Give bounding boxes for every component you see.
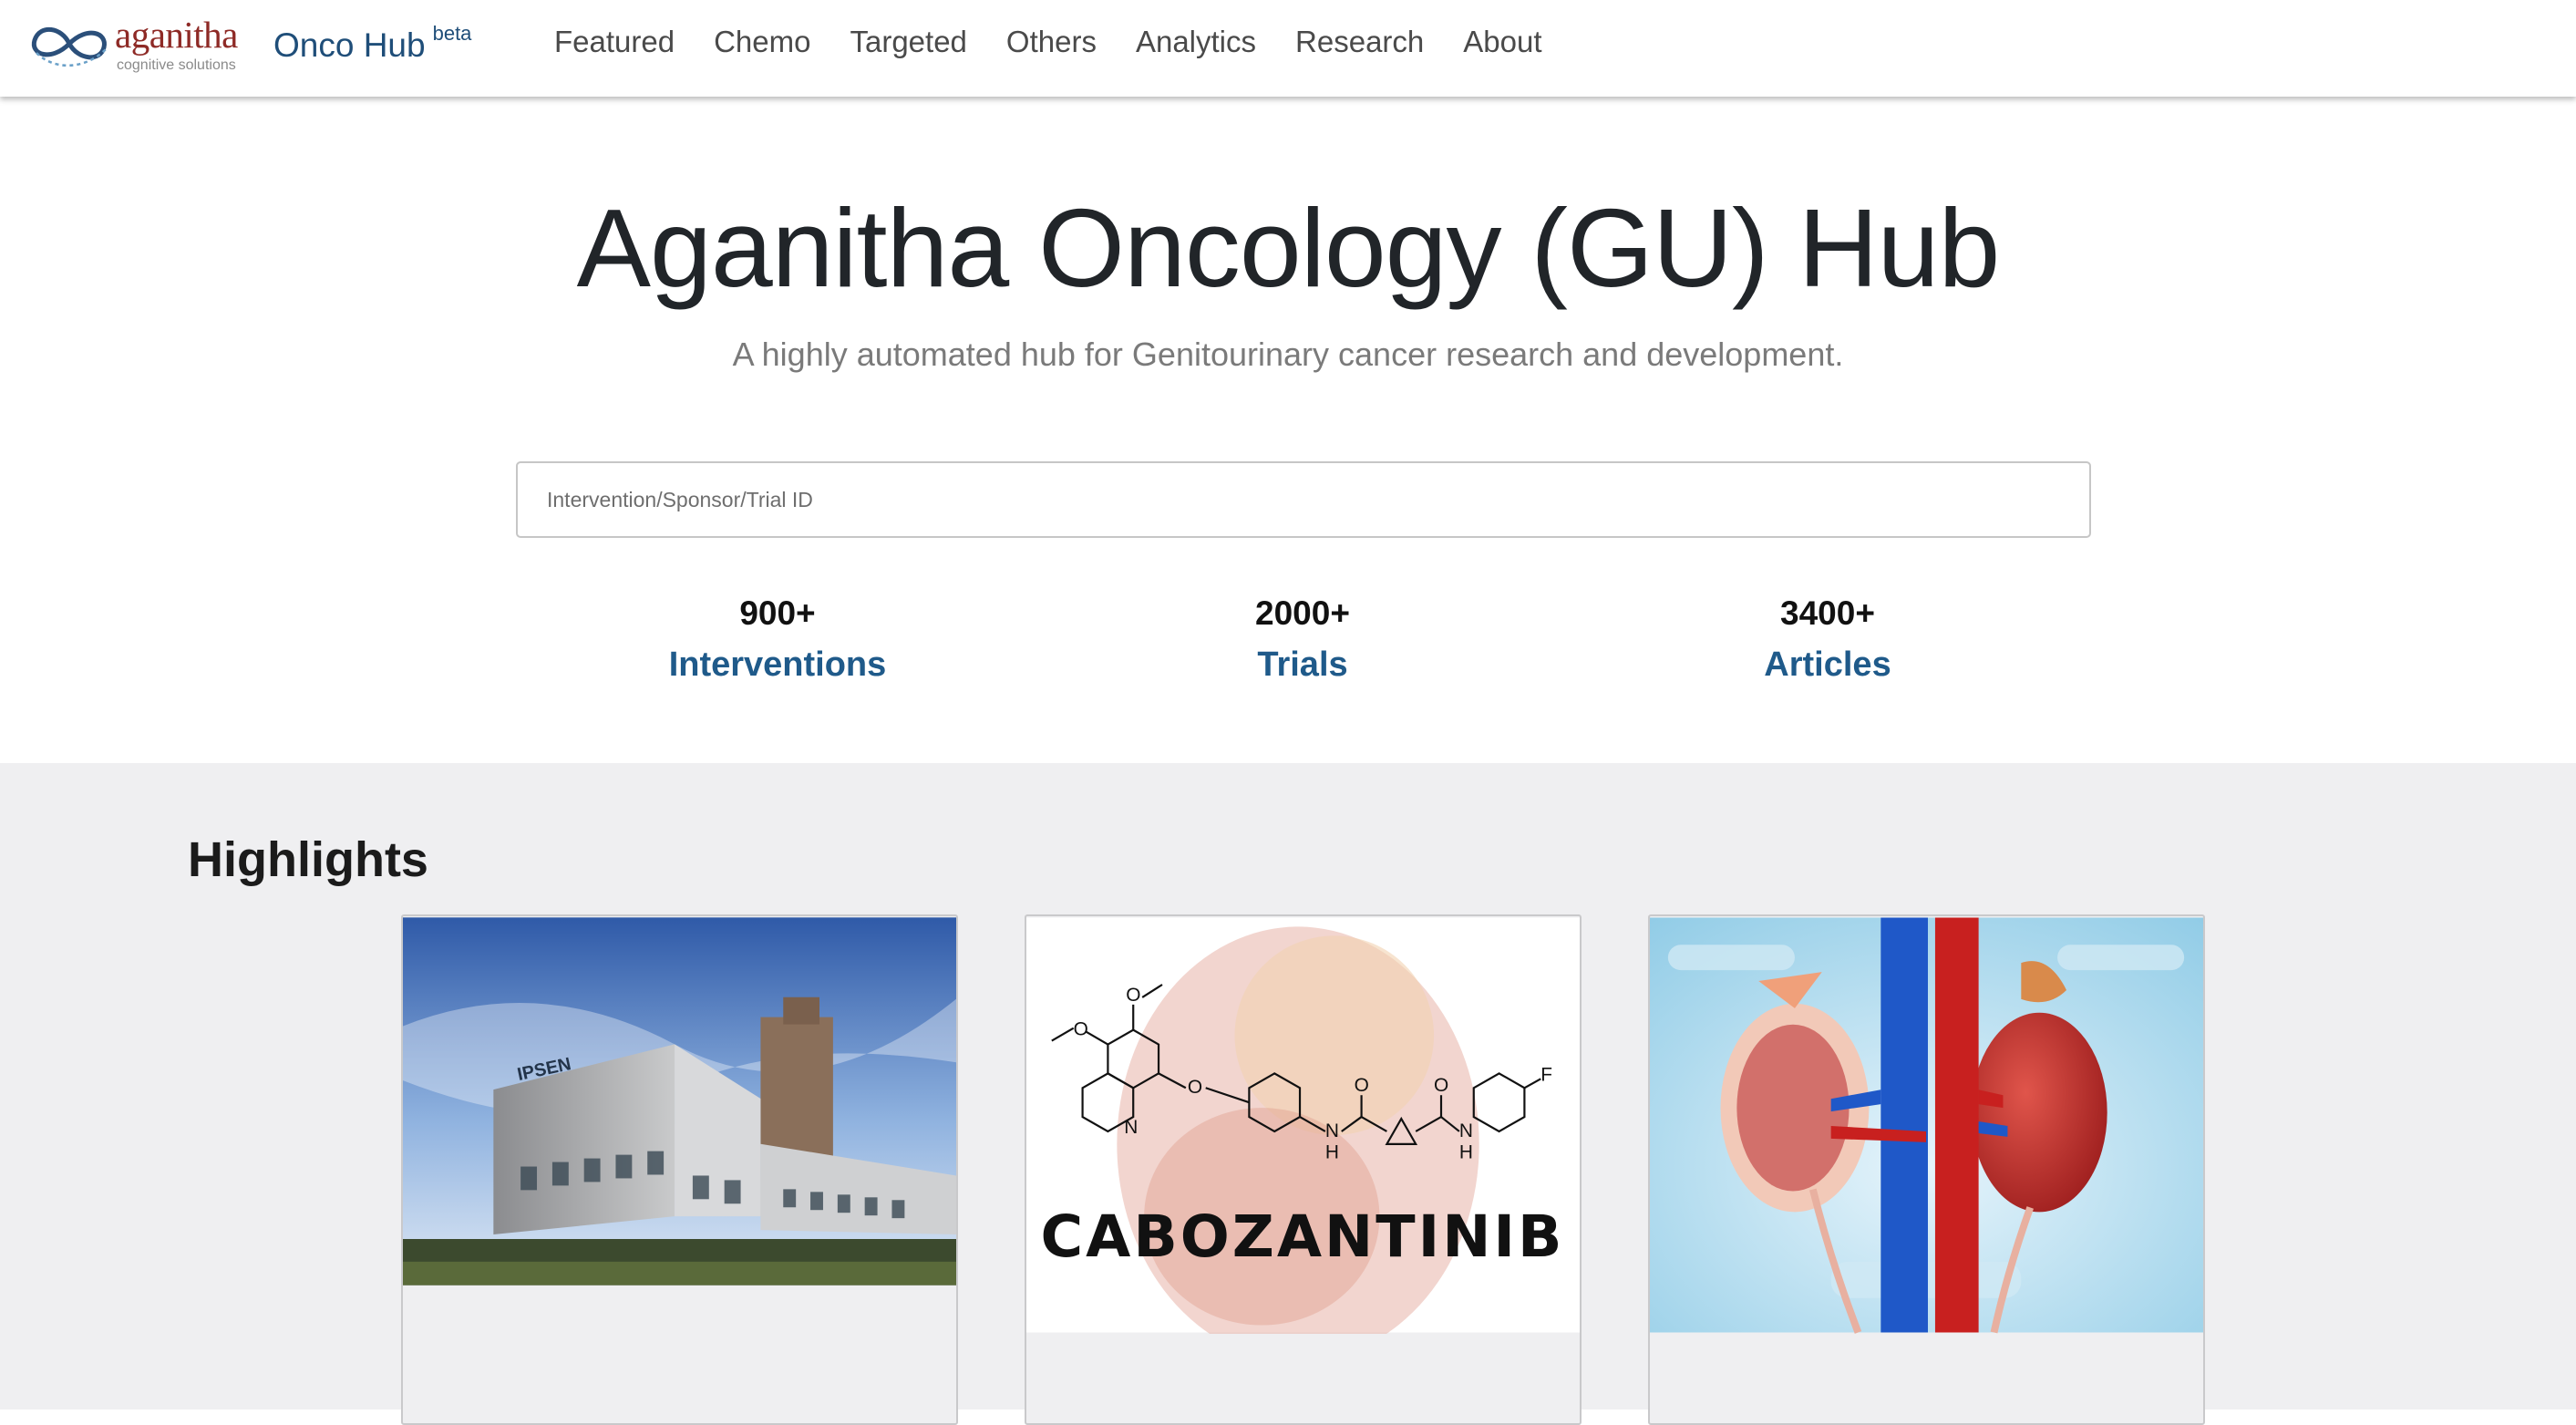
main-nav: Featured Chemo Targeted Others Analytics… [554,25,1582,59]
atom-n-label: N [1325,1120,1339,1141]
interventions-link[interactable]: Interventions [595,645,960,685]
search-input[interactable] [516,461,2091,538]
highlight-card-cabozantinib[interactable]: O O N O O O N H N H F CABOZANTINIB [1025,914,1582,1425]
cabozantinib-image: O O N O O O N H N H F CABOZANTINIB [1026,917,1580,1334]
nav-featured[interactable]: Featured [554,25,675,59]
nav-research[interactable]: Research [1295,25,1424,59]
stat-interventions: 900+ Interventions [595,594,960,685]
nav-others[interactable]: Others [1006,25,1097,59]
brand-tagline: cognitive solutions [117,57,236,73]
atom-o-label: O [1188,1077,1202,1098]
highlights-section: Highlights IPSEN O O N O O O N H N H F C… [0,763,2576,1425]
beta-badge: beta [432,22,472,45]
nav-chemo[interactable]: Chemo [714,25,810,59]
atom-n-label: N [1124,1117,1138,1138]
ipsen-building-image: IPSEN [403,917,956,1286]
trials-link[interactable]: Trials [1120,645,1485,685]
stat-value: 2000+ [1255,594,1350,632]
infinity-logo-icon [31,27,107,67]
stat-value: 3400+ [1780,594,1875,632]
page-subtitle: A highly automated hub for Genitourinary… [732,336,1844,373]
atom-o-label: O [1434,1075,1448,1096]
top-navbar: aganitha cognitive solutions Onco Hub bet… [0,0,2576,97]
app-name-link[interactable]: Onco Hub beta [273,22,471,65]
atom-o-label: O [1074,1019,1088,1040]
brand-name: aganitha [115,14,238,56]
nav-analytics[interactable]: Analytics [1136,25,1256,59]
atom-o-label: O [1355,1075,1369,1096]
kidney-anatomy-image [1650,917,2203,1334]
stat-trials: 2000+ Trials [1120,594,1485,685]
nav-about[interactable]: About [1463,25,1541,59]
atom-f-label: F [1540,1064,1552,1085]
atom-h-label: H [1325,1142,1339,1163]
page-title: Aganitha Oncology (GU) Hub [576,186,2001,310]
highlight-card-ipsen[interactable]: IPSEN [401,914,958,1425]
atom-n-label: N [1459,1120,1473,1141]
hero-section: Aganitha Oncology (GU) Hub A highly auto… [0,97,2576,763]
cabozantinib-caption: CABOZANTINIB [1041,1203,1565,1270]
nav-targeted[interactable]: Targeted [850,25,966,59]
atom-o-label: O [1126,985,1140,1006]
articles-link[interactable]: Articles [1645,645,2010,685]
stat-value: 900+ [739,594,816,632]
highlights-heading: Highlights [188,832,428,887]
highlight-card-kidney[interactable] [1648,914,2205,1425]
stat-articles: 3400+ Articles [1645,594,2010,685]
brand-logo[interactable]: aganitha cognitive solutions [27,13,246,77]
app-name: Onco Hub [273,26,426,64]
atom-h-label: H [1459,1142,1473,1163]
